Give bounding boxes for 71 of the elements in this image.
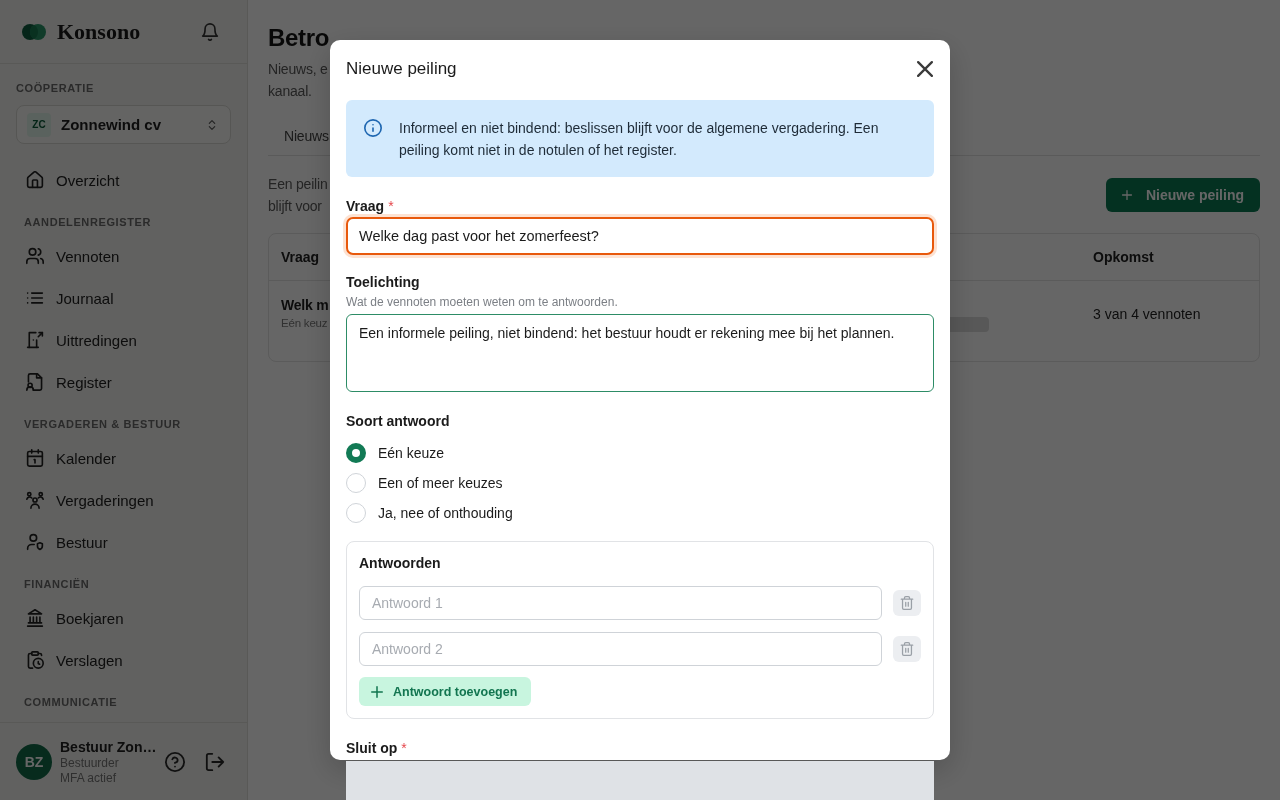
page-title: Betro [268, 23, 330, 53]
field-label: Toelichting [346, 273, 421, 291]
logout-button[interactable] [205, 751, 225, 772]
option-label: Eén keuze [378, 445, 445, 461]
door-arrow-icon [26, 331, 44, 349]
user-name: Bestuur Zon… [60, 737, 157, 756]
add-answer-button[interactable]: Antwoord toevoegen [359, 677, 532, 706]
nav-item[interactable]: Journaal [0, 277, 247, 319]
answer-input[interactable]: Antwoord 2 [359, 632, 882, 666]
document-person-icon [26, 373, 44, 391]
home-icon [26, 171, 44, 189]
answer-input[interactable]: Antwoord 1 [359, 586, 882, 620]
text-area[interactable]: Een informele peiling, niet bindend: het bestuur houdt er rekening mee bij het plannen. [346, 314, 934, 392]
intro-text: Een peilin [268, 175, 328, 194]
text-input[interactable]: Welke dag past voor het zomerfeest? [346, 217, 934, 255]
help-button[interactable] [165, 751, 185, 772]
input-field[interactable] [346, 761, 934, 800]
logout-icon [205, 751, 225, 772]
option-label: Een of meer keuzes [378, 475, 503, 491]
delete-button[interactable] [893, 636, 921, 662]
page-subtitle: kanaal. [268, 82, 312, 101]
field-label: Soort antwoord [346, 412, 451, 430]
page-subtitle: Nieuws, e [268, 60, 328, 79]
radio-button[interactable] [346, 443, 366, 463]
logo-icon [22, 23, 46, 40]
person-shield-icon [26, 533, 44, 551]
plus-icon [371, 685, 383, 698]
field-hint: Wat de vennoten moeten weten om te antwoorden. [346, 294, 619, 311]
notifications-button[interactable] [201, 22, 219, 41]
close-button[interactable] [917, 61, 933, 77]
list-icon [26, 289, 44, 307]
new-poll-button[interactable]: Nieuwe peiling [1106, 178, 1260, 212]
close-icon [917, 61, 933, 77]
field-label: Vraag * [346, 197, 395, 215]
table-cell-text: 3 van 4 vennoten [1093, 305, 1201, 324]
poll-question: Welk m [281, 296, 329, 315]
initials-avatar: BZ [16, 743, 52, 780]
nav-item[interactable]: Verslagen [0, 639, 247, 681]
bell-icon [201, 22, 219, 41]
plus-icon [1120, 188, 1134, 202]
chevron-up-down-icon [206, 118, 218, 131]
info-icon [364, 119, 382, 137]
initials-avatar: ZC [27, 112, 51, 137]
dialog-title: Nieuwe peiling [346, 58, 457, 80]
info-text: Informeel en niet bindend: beslissen blijft voor de algemene vergadering. Een peiling komt niet in de notulen of het register. [399, 119, 880, 160]
trash-icon [900, 596, 914, 610]
trash-icon [900, 642, 914, 656]
nav-item[interactable]: Kalender [0, 437, 247, 479]
intro-text: blijft voor [268, 197, 322, 216]
section-title: Antwoorden [359, 554, 442, 572]
delete-button[interactable] [893, 590, 921, 616]
option-label: Ja, nee of onthouding [378, 505, 513, 521]
bank-icon [26, 609, 44, 627]
column-header: Vraag [281, 249, 320, 265]
nav-item[interactable]: Vennoten [0, 235, 247, 277]
nav-item[interactable]: Overzicht [0, 159, 247, 201]
brand-name: Konsono [57, 18, 141, 45]
tab[interactable]: Nieuws [268, 118, 345, 156]
people-group-icon [26, 491, 44, 509]
nav-item[interactable]: Bestuur [0, 521, 247, 563]
calendar-icon [26, 449, 44, 467]
nav-item[interactable]: Register [0, 361, 247, 403]
field-label: Sluit op * [346, 739, 408, 757]
nav-item[interactable]: Vergaderingen [0, 479, 247, 521]
organization-select[interactable]: ZC Zonnewind cv [16, 105, 231, 144]
help-icon [165, 751, 185, 772]
nav-item[interactable]: Uittredingen [0, 319, 247, 361]
users-icon [26, 247, 44, 265]
clipboard-clock-icon [26, 651, 44, 669]
nav-item[interactable]: Boekjaren [0, 597, 247, 639]
column-header: Opkomst [1093, 249, 1154, 265]
